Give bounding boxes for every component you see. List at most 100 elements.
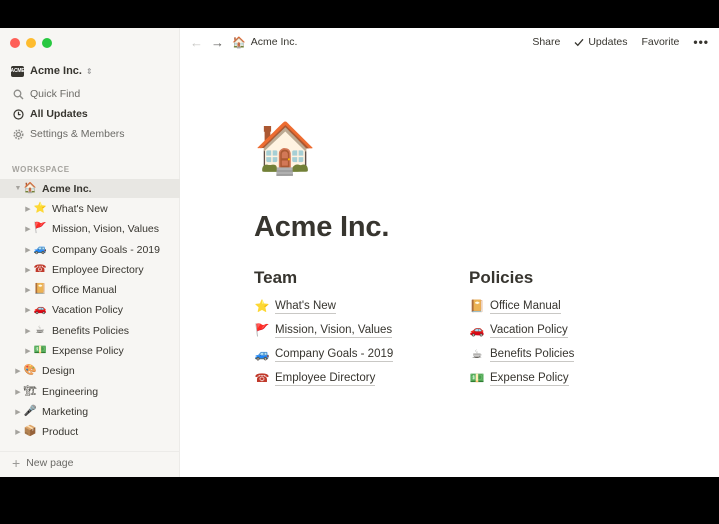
link-label: Benefits Policies	[490, 347, 575, 362]
favorite-button[interactable]: Favorite	[641, 36, 679, 48]
sidebar-page-label: Product	[42, 425, 79, 438]
chevron-updown-icon: ⇕	[85, 66, 93, 76]
page-title[interactable]: Acme Inc.	[254, 211, 694, 244]
workspace-name: Acme Inc.	[30, 65, 82, 77]
sidebar-page-label: Expense Policy	[52, 344, 124, 357]
page-house-icon[interactable]: 🏠	[254, 123, 694, 183]
flag-icon: 🚩	[33, 222, 47, 235]
sidebar: ACME Acme Inc. ⇕ Quick Find All Updates …	[0, 28, 180, 477]
sidebar-page-label: Design	[42, 364, 75, 377]
notebook-icon: 📔	[469, 299, 485, 313]
link-company-goals[interactable]: 🚙 Company Goals - 2019	[254, 342, 469, 366]
sidebar-page-benefits-policies[interactable]: ▶ ☕ Benefits Policies	[0, 321, 180, 340]
updates-button[interactable]: Updates	[574, 36, 627, 48]
link-vacation-policy[interactable]: 🚗 Vacation Policy	[469, 318, 684, 342]
all-updates-label: All Updates	[30, 108, 88, 120]
sidebar-page-label: Engineering	[42, 385, 99, 398]
team-heading: Team	[254, 268, 298, 287]
coffee-icon: ☕	[471, 347, 483, 361]
forward-arrow-icon[interactable]: →	[211, 35, 224, 50]
sidebar-page-label: Mission, Vision, Values	[52, 222, 159, 235]
microphone-icon: 🎤	[23, 405, 37, 418]
new-page-button[interactable]: + New page	[0, 451, 180, 473]
workspace-switcher[interactable]: ACME Acme Inc. ⇕	[11, 63, 93, 79]
workspace-section-label: WORKSPACE	[12, 165, 70, 174]
sidebar-page-employee-directory[interactable]: ▶ ☎ Employee Directory	[0, 260, 180, 279]
flag-icon: 🚩	[254, 323, 270, 337]
settings-members-label: Settings & Members	[30, 128, 125, 140]
sidebar-page-label: Acme Inc.	[42, 182, 92, 195]
star-icon: ⭐	[33, 202, 47, 215]
sidebar-page-company-goals[interactable]: ▶ 🚙 Company Goals - 2019	[0, 240, 180, 259]
sidebar-page-marketing[interactable]: ▶ 🎤 Marketing	[0, 402, 180, 421]
sidebar-page-label: Vacation Policy	[52, 303, 124, 316]
sidebar-page-mission[interactable]: ▶ 🚩 Mission, Vision, Values	[0, 219, 180, 238]
sidebar-page-office-manual[interactable]: ▶ 📔 Office Manual	[0, 280, 180, 299]
collapsed-triangle-icon[interactable]: ▶	[23, 205, 33, 213]
page-content: 🏠 Acme Inc. Team ⭐ What's New 🚩 Mission,…	[254, 123, 694, 390]
minimize-window-button[interactable]	[26, 38, 36, 48]
new-page-label: New page	[26, 456, 74, 469]
collapsed-triangle-icon[interactable]: ▶	[13, 367, 23, 375]
link-employee-directory[interactable]: ☎ Employee Directory	[254, 366, 469, 390]
telephone-icon: ☎	[254, 371, 270, 385]
sidebar-page-design[interactable]: ▶ 🎨 Design	[0, 361, 180, 380]
share-button[interactable]: Share	[532, 36, 560, 48]
link-label: Office Manual	[490, 299, 561, 314]
zoom-window-button[interactable]	[42, 38, 52, 48]
more-options-icon[interactable]: •••	[693, 35, 709, 49]
collapsed-triangle-icon[interactable]: ▶	[23, 225, 33, 233]
collapsed-triangle-icon[interactable]: ▶	[13, 408, 23, 416]
notebook-icon: 📔	[33, 283, 47, 296]
sidebar-page-vacation-policy[interactable]: ▶ 🚗 Vacation Policy	[0, 300, 180, 319]
collapsed-triangle-icon[interactable]: ▶	[23, 327, 33, 335]
coffee-icon: ☕	[35, 324, 45, 337]
red-car-icon: 🚗	[469, 323, 485, 337]
star-icon: ⭐	[254, 299, 270, 313]
search-icon	[13, 89, 24, 100]
workspace-logo-icon: ACME	[11, 65, 25, 77]
car-icon: 🚙	[254, 347, 270, 361]
checkmark-icon	[574, 38, 584, 46]
collapsed-triangle-icon[interactable]: ▶	[23, 246, 33, 254]
expanded-triangle-icon[interactable]: ▼	[13, 185, 23, 192]
link-mission[interactable]: 🚩 Mission, Vision, Values	[254, 318, 469, 342]
collapsed-triangle-icon[interactable]: ▶	[13, 388, 23, 396]
policies-column: Policies 📔 Office Manual 🚗 Vacation Poli…	[469, 268, 684, 390]
sidebar-page-expense-policy[interactable]: ▶ 💵 Expense Policy	[0, 341, 180, 360]
collapsed-triangle-icon[interactable]: ▶	[23, 306, 33, 314]
sidebar-page-label: Office Manual	[52, 283, 117, 296]
link-benefits-policies[interactable]: ☕ Benefits Policies	[469, 342, 684, 366]
link-whats-new[interactable]: ⭐ What's New	[254, 294, 469, 318]
breadcrumb[interactable]: 🏠 Acme Inc.	[232, 36, 297, 49]
sidebar-page-label: What's New	[52, 202, 108, 215]
collapsed-triangle-icon[interactable]: ▶	[13, 428, 23, 436]
car-icon: 🚙	[33, 243, 47, 256]
all-updates-button[interactable]: All Updates	[0, 104, 180, 124]
collapsed-triangle-icon[interactable]: ▶	[23, 347, 33, 355]
sidebar-page-engineering[interactable]: ▶ 🏗 Engineering	[0, 382, 180, 401]
collapsed-triangle-icon[interactable]: ▶	[23, 286, 33, 294]
sidebar-page-whats-new[interactable]: ▶ ⭐ What's New	[0, 199, 180, 218]
money-icon: 💵	[469, 371, 485, 385]
clock-icon	[13, 108, 24, 120]
link-label: Expense Policy	[490, 371, 569, 386]
collapsed-triangle-icon[interactable]: ▶	[23, 266, 33, 274]
telephone-icon: ☎	[33, 263, 47, 276]
package-icon: 📦	[23, 425, 37, 438]
link-label: Mission, Vision, Values	[275, 323, 393, 338]
money-icon: 💵	[33, 344, 47, 357]
red-car-icon: 🚗	[33, 303, 47, 316]
sidebar-page-acme-inc[interactable]: ▼ 🏠 Acme Inc.	[0, 179, 180, 198]
crane-icon: 🏗	[23, 385, 37, 398]
sidebar-page-label: Company Goals - 2019	[52, 243, 160, 256]
link-expense-policy[interactable]: 💵 Expense Policy	[469, 366, 684, 390]
settings-members-button[interactable]: Settings & Members	[0, 124, 180, 144]
link-label: Employee Directory	[275, 371, 376, 386]
link-office-manual[interactable]: 📔 Office Manual	[469, 294, 684, 318]
close-window-button[interactable]	[10, 38, 20, 48]
quick-find-button[interactable]: Quick Find	[0, 84, 180, 104]
quick-find-label: Quick Find	[30, 88, 81, 100]
back-arrow-icon[interactable]: ←	[190, 35, 203, 50]
sidebar-page-product[interactable]: ▶ 📦 Product	[0, 422, 180, 441]
